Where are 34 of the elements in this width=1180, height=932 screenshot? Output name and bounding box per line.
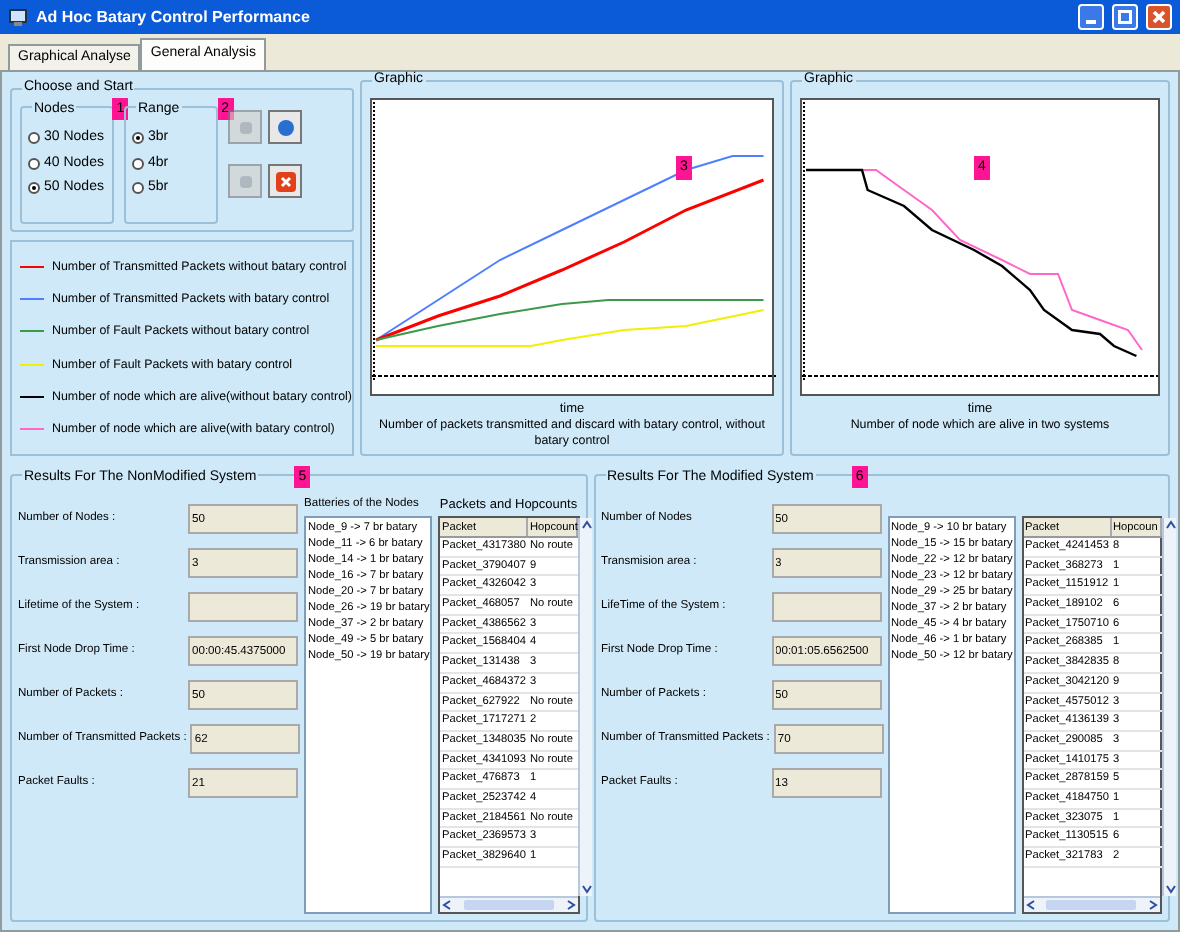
radio-button[interactable]: [132, 157, 144, 170]
scroll-down-icon: [1163, 882, 1177, 896]
radio-button[interactable]: [28, 182, 40, 195]
maximize-icon: [1118, 10, 1132, 24]
input-field[interactable]: [771, 592, 881, 622]
close-icon: [1152, 10, 1166, 24]
horizontal-scrollbar[interactable]: [1023, 896, 1160, 912]
scroll-right-icon: [563, 898, 577, 912]
scroll-left-icon: [1023, 898, 1037, 912]
radio-button[interactable]: [132, 182, 144, 195]
cancel-icon: [273, 169, 297, 193]
minimize-icon: [1086, 20, 1096, 24]
circle-icon: [273, 115, 297, 139]
app-icon: [8, 7, 28, 27]
scroll-thumb[interactable]: [463, 900, 554, 910]
radio-button[interactable]: [28, 132, 40, 145]
radio-button[interactable]: [132, 132, 144, 145]
horizontal-scrollbar[interactable]: [440, 896, 577, 912]
minimize-button[interactable]: [1078, 4, 1104, 30]
scroll-right-icon: [1146, 898, 1160, 912]
scroll-left-icon: [440, 898, 454, 912]
scroll-down-icon: [580, 882, 594, 896]
window-title: Ad Hoc Batary Control Performance: [36, 5, 312, 29]
radio-button[interactable]: [28, 157, 40, 170]
scroll-thumb[interactable]: [1046, 900, 1137, 910]
toolbar-button[interactable]: [268, 110, 302, 144]
toolbar-button[interactable]: [268, 164, 302, 198]
scroll-up-icon: [1163, 518, 1177, 532]
vertical-scrollbar[interactable]: [1161, 518, 1175, 896]
input-field[interactable]: [188, 592, 298, 622]
close-button[interactable]: [1146, 4, 1172, 30]
maximize-button[interactable]: [1112, 4, 1138, 30]
scroll-up-icon: [580, 518, 594, 532]
vertical-scrollbar[interactable]: [578, 518, 592, 896]
